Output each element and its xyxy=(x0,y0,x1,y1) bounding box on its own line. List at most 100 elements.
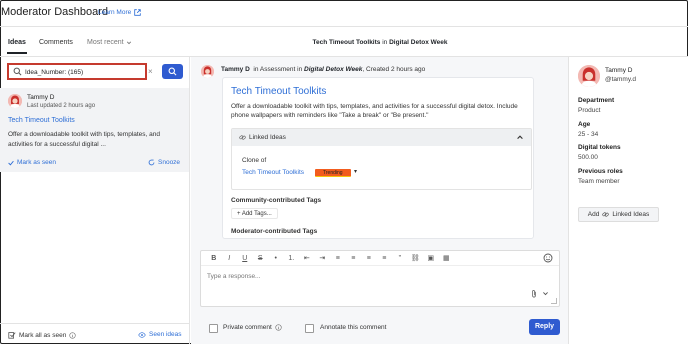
editor-toolbar: B I U S • 1. ⇤ ⇥ ≡ ≡ ≡ ≡ ” ⛓ ▣ ▦ xyxy=(201,251,559,266)
author-profile-panel: Tammy D @tammy.d Department Product Age … xyxy=(568,57,688,344)
linked-ideas-section: Linked Ideas Clone of Tech Timeout Toolk… xyxy=(231,128,532,190)
align-justify-button[interactable]: ≡ xyxy=(377,255,393,262)
align-center-button[interactable]: ≡ xyxy=(346,255,362,262)
sort-label: Most recent xyxy=(87,39,124,46)
search-icon xyxy=(13,67,22,76)
add-linked-ideas-button[interactable]: Add Linked Ideas xyxy=(578,207,659,222)
department-value: Product xyxy=(578,107,601,114)
mark-all-label: Mark all as seen xyxy=(19,331,67,339)
post-meta: Tammy D in Assessment in Digital Detox W… xyxy=(221,66,425,73)
sort-dropdown[interactable]: Most recent xyxy=(87,39,132,46)
info-icon xyxy=(69,331,76,339)
attachment-icon[interactable] xyxy=(531,289,537,298)
annotate-label: Annotate this comment xyxy=(320,324,387,331)
underline-button[interactable]: U xyxy=(237,255,253,262)
idea-list-item[interactable]: Tammy D Last updated 2 hours ago Tech Ti… xyxy=(0,88,189,172)
context-assessment: Digital Detox Week xyxy=(389,39,448,46)
bullet-list-button[interactable]: • xyxy=(268,255,284,262)
snooze-button[interactable]: Snooze xyxy=(148,159,180,166)
digital-tokens-value: 500.00 xyxy=(578,154,598,161)
eye-icon xyxy=(138,331,146,338)
emoji-icon[interactable] xyxy=(543,253,553,263)
search-input[interactable] xyxy=(25,66,143,78)
search-box xyxy=(7,63,147,80)
card-description: Offer a downloadable toolkit with tips, … xyxy=(8,131,160,148)
trending-badge[interactable]: Trending xyxy=(315,169,351,177)
snooze-label: Snooze xyxy=(158,159,181,166)
seen-ideas-label: Seen ideas xyxy=(149,331,182,338)
image-button[interactable]: ▦ xyxy=(439,254,455,262)
age-value: 25 - 34 xyxy=(578,131,599,138)
external-link-icon xyxy=(134,9,141,16)
search-button[interactable] xyxy=(162,64,183,79)
idea-title[interactable]: Tech Timeout Toolkits xyxy=(231,86,326,97)
strikethrough-button[interactable]: S xyxy=(253,255,269,262)
response-editor: B I U S • 1. ⇤ ⇥ ≡ ≡ ≡ ≡ ” ⛓ ▣ ▦ Type a … xyxy=(200,250,560,307)
link-icon xyxy=(602,212,610,217)
post-created: , Created 2 hours ago xyxy=(362,66,426,73)
ideas-list-panel: × Tammy D Last updated 2 hours ago Tech … xyxy=(0,57,190,344)
mark-as-seen-button[interactable]: Mark as seen xyxy=(8,159,56,166)
post-assessment: Digital Detox Week xyxy=(304,66,363,73)
private-comment-option: Private comment xyxy=(223,324,282,331)
previous-roles-label: Previous roles xyxy=(578,168,623,175)
idea-detail-panel: Tammy D in Assessment in Digital Detox W… xyxy=(191,57,568,344)
linked-ideas-header[interactable]: Linked Ideas xyxy=(232,129,531,146)
bold-button[interactable]: B xyxy=(206,255,222,262)
resize-handle[interactable] xyxy=(551,298,557,304)
clone-of-label: Clone of xyxy=(242,157,267,164)
sub-nav: Ideas Comments Most recent Tech Timeout … xyxy=(0,27,688,57)
align-right-button[interactable]: ≡ xyxy=(361,255,377,262)
avatar xyxy=(201,65,214,78)
mark-as-seen-label: Mark as seen xyxy=(17,159,57,166)
italic-button[interactable]: I xyxy=(222,255,238,262)
avatar xyxy=(8,94,22,108)
chevron-up-icon xyxy=(517,135,523,139)
previous-roles-value: Team member xyxy=(578,178,620,185)
community-tags-label: Community-contributed Tags xyxy=(231,197,322,204)
card-updated: Last updated 2 hours ago xyxy=(27,103,96,109)
add-linked-label: Add xyxy=(587,211,600,218)
response-input[interactable]: Type a response... xyxy=(207,273,527,280)
outdent-button[interactable]: ⇤ xyxy=(299,254,315,262)
editor-extras xyxy=(531,289,549,298)
clone-idea-link[interactable]: Tech Timeout Toolkits xyxy=(242,169,304,176)
badge-caret-icon[interactable]: ▾ xyxy=(354,168,357,175)
clear-search-icon[interactable]: × xyxy=(148,67,153,76)
profile-handle: @tammy.d xyxy=(605,76,637,83)
card-idea-title[interactable]: Tech Timeout Toolkits xyxy=(8,117,75,124)
linked-ideas-label: Linked Ideas xyxy=(249,134,286,141)
info-icon xyxy=(275,324,282,331)
link-button[interactable]: ⛓ xyxy=(408,254,424,262)
digital-tokens-label: Digital tokens xyxy=(578,144,621,151)
tab-ideas[interactable]: Ideas xyxy=(7,39,27,54)
add-tags-button[interactable]: + Add Tags... xyxy=(231,208,278,219)
tab-comments[interactable]: Comments xyxy=(39,39,73,46)
add-linked-suffix: Linked Ideas xyxy=(612,211,650,218)
quote-button[interactable]: ” xyxy=(392,255,408,262)
moderator-tags-label: Moderator-contributed Tags xyxy=(231,228,318,235)
snooze-icon xyxy=(148,159,155,166)
private-comment-label: Private comment xyxy=(223,324,272,331)
chevron-down-icon xyxy=(126,41,131,44)
mark-all-seen-button[interactable]: Mark all as seen xyxy=(8,331,76,339)
seen-ideas-button[interactable]: Seen ideas xyxy=(138,331,182,338)
department-label: Department xyxy=(578,97,615,104)
age-label: Age xyxy=(578,121,591,128)
page-title: Moderator Dashboard xyxy=(1,6,109,18)
reply-button[interactable]: Reply xyxy=(529,319,560,335)
idea-context-title: Tech Timeout Toolkits in Digital Detox W… xyxy=(192,39,568,46)
chevron-down-icon[interactable] xyxy=(542,290,549,297)
learn-more-label: Learn More xyxy=(98,9,132,16)
card-author: Tammy D xyxy=(27,94,55,101)
avatar xyxy=(578,65,600,87)
search-icon xyxy=(168,67,177,76)
indent-button[interactable]: ⇥ xyxy=(315,254,331,262)
annotate-checkbox[interactable] xyxy=(305,324,314,333)
learn-more-link[interactable]: Learn More xyxy=(98,9,141,16)
media-button[interactable]: ▣ xyxy=(423,254,439,262)
align-left-button[interactable]: ≡ xyxy=(330,255,346,262)
numbered-list-button[interactable]: 1. xyxy=(284,255,300,262)
private-comment-checkbox[interactable] xyxy=(209,324,218,333)
link-icon xyxy=(239,135,246,140)
